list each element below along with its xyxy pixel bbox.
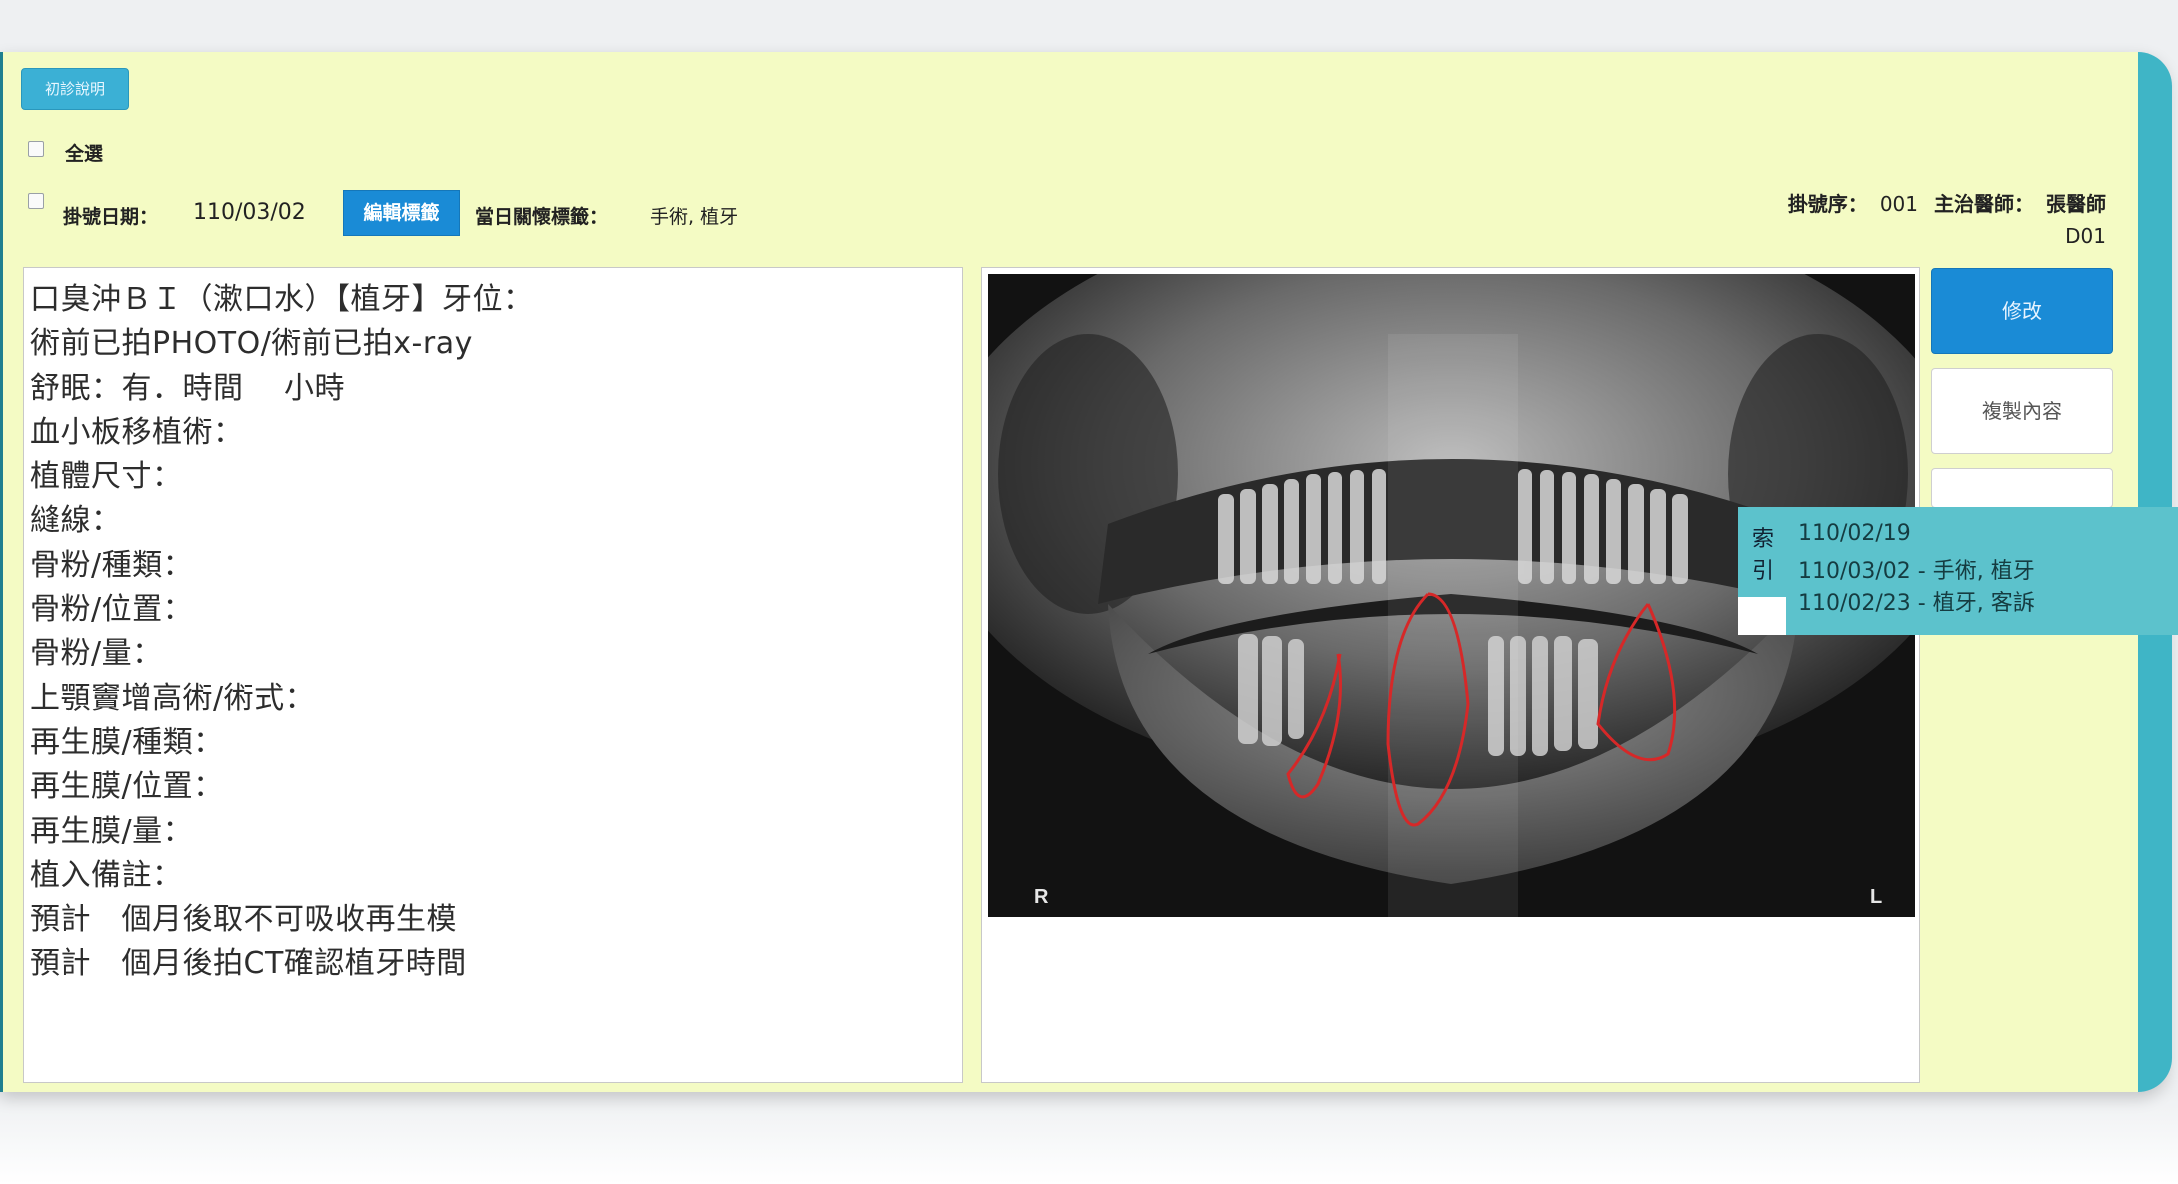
xray-right-marker: R <box>1034 886 1049 908</box>
note-line: 骨粉/種類： <box>30 547 194 583</box>
doctor-value: 張醫師 <box>2046 192 2106 216</box>
tooltip-notch <box>1738 597 1786 635</box>
image-panel: R L <box>981 267 1920 1083</box>
history-entry: 110/03/02 - 手術, 植牙 <box>1798 559 2035 584</box>
registration-info: 掛號序： 001 主治醫師： 張醫師 D01 <box>1788 188 2106 252</box>
note-line: 口臭沖ＢＩ（漱口水）【植牙】牙位： <box>30 282 534 317</box>
note-line: 術前已拍PHOTO/術前已拍x-ray <box>30 326 473 362</box>
tooltip-mark: 索 <box>1752 527 1775 552</box>
treatment-notes[interactable]: 口臭沖ＢＩ（漱口水）【植牙】牙位： 術前已拍PHOTO/術前已拍x-ray 舒眠… <box>23 267 963 1083</box>
registration-row: 掛號序： 001 主治醫師： 張醫師 <box>1788 188 2106 220</box>
history-tooltip: 索 引 110/02/19 110/03/02 - 手術, 植牙 110/02/… <box>1738 507 2178 635</box>
hidden-action-button[interactable] <box>1931 468 2113 508</box>
note-line: 骨粉/量： <box>30 636 163 672</box>
seq-value: 001 <box>1879 192 1918 216</box>
note-line: 植體尺寸： <box>30 459 183 495</box>
doctor-code: D01 <box>2065 224 2106 248</box>
note-line: 上顎竇增高術/術式： <box>30 680 316 716</box>
note-line: 再生膜/量： <box>30 813 194 849</box>
visit-checkbox[interactable] <box>28 193 44 209</box>
select-all-checkbox[interactable] <box>28 141 44 157</box>
note-line: 骨粉/位置： <box>30 592 194 628</box>
care-tags-value: 手術, 植牙 <box>650 206 739 228</box>
modify-button[interactable]: 修改 <box>1931 268 2113 354</box>
page-bottom-fade <box>0 1092 2178 1184</box>
note-line: 血小板移植術： <box>30 414 244 450</box>
visit-date-value: 110/03/02 <box>193 200 306 225</box>
tooltip-mark: 引 <box>1752 559 1775 584</box>
note-line: 預計 個月後拍CT確認植牙時間 <box>30 946 467 982</box>
intro-button[interactable]: 初診說明 <box>21 68 129 110</box>
history-entry: 110/02/19 <box>1798 521 1911 546</box>
note-line: 預計 個月後取不可吸收再生模 <box>30 902 457 938</box>
history-entry: 110/02/23 - 植牙, 客訴 <box>1798 591 2035 616</box>
note-line: 再生膜/種類： <box>30 724 224 760</box>
note-line: 再生膜/位置： <box>30 769 224 805</box>
care-tags-label: 當日關懷標籤： <box>475 206 609 228</box>
note-line: 舒眠：有．時間 小時 <box>30 370 346 406</box>
note-line: 縫線： <box>30 503 122 539</box>
edit-tags-button[interactable]: 編輯標籤 <box>343 190 460 236</box>
copy-content-button[interactable]: 複製內容 <box>1931 368 2113 454</box>
note-line: 植入備註： <box>30 857 183 893</box>
select-all-label: 全選 <box>65 143 104 165</box>
seq-label: 掛號序： <box>1787 192 1868 216</box>
doctor-label: 主治醫師： <box>1934 192 2034 216</box>
visit-date-label: 掛號日期： <box>63 206 159 228</box>
xray-left-marker: L <box>1870 886 1883 908</box>
